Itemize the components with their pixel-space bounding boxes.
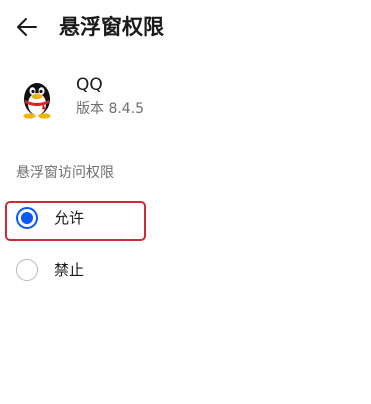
- option-allow[interactable]: 允许: [0, 196, 371, 240]
- option-allow-label: 允许: [54, 209, 85, 227]
- qq-penguin-icon: [19, 77, 55, 119]
- radio-allow[interactable]: [16, 207, 38, 229]
- app-version: 版本 8.4.5: [76, 101, 145, 117]
- page-title: 悬浮窗权限: [59, 15, 164, 39]
- header-bar: 悬浮窗权限: [0, 0, 371, 56]
- radio-selected-dot: [21, 212, 33, 224]
- app-info: QQ 版本 8.4.5: [0, 70, 371, 126]
- arrow-left-icon: [17, 18, 37, 36]
- app-name: QQ: [76, 75, 103, 95]
- section-label: 悬浮窗访问权限: [16, 165, 114, 181]
- option-deny[interactable]: 禁止: [0, 248, 371, 292]
- back-button[interactable]: [10, 10, 44, 44]
- radio-deny[interactable]: [16, 259, 38, 281]
- option-deny-label: 禁止: [54, 261, 85, 279]
